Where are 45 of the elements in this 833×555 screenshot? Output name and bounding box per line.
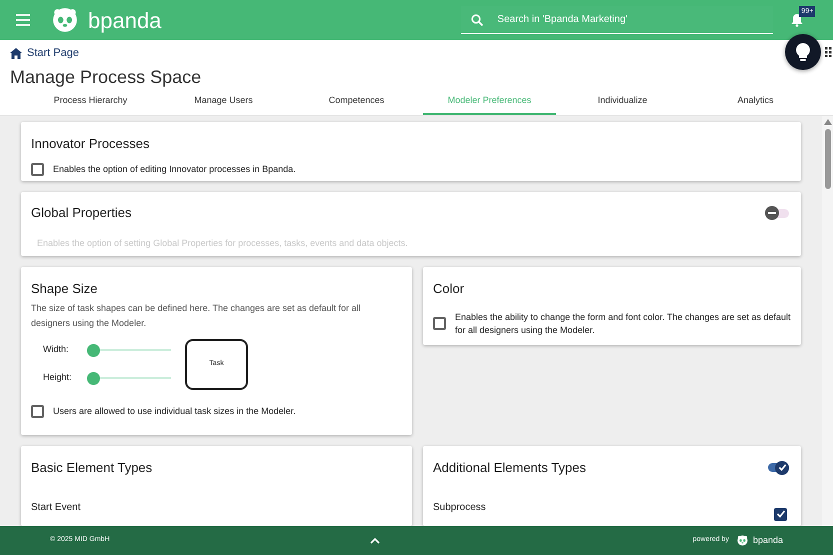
card-title: Shape Size (31, 280, 98, 298)
tab[interactable]: Individualize (556, 88, 689, 114)
breadcrumb-link[interactable]: Start Page (10, 45, 823, 62)
element-type-label: Start Event (31, 500, 82, 514)
card-title: Global Properties (31, 204, 132, 222)
checkbox[interactable] (774, 508, 787, 520)
brand-name: bpanda (88, 6, 162, 35)
card-title: Color (433, 280, 466, 298)
slider-thumb[interactable] (87, 372, 100, 384)
option-label: Enables the ability to change the form and font color. The changes are set as default for all designers using the Modeler. (455, 310, 791, 336)
checkbox[interactable] (31, 404, 44, 418)
card-title: Additional Elements Types (433, 459, 586, 477)
page-title: Manage Process Space (10, 66, 202, 88)
home-icon (10, 48, 22, 59)
checkbox[interactable] (433, 317, 446, 330)
element-type-label: Subprocess (433, 500, 486, 514)
slider-thumb[interactable] (87, 344, 100, 356)
option-label: Enables the option of editing Innovator processes in Bpanda. (53, 163, 296, 176)
toggle-switch[interactable] (765, 206, 789, 220)
scrollbar[interactable] (822, 116, 833, 526)
card-title: Innovator Processes (31, 134, 151, 152)
card-title: Basic Element Types (31, 459, 154, 477)
option-label: Users are allowed to use individual task sizes in the Modeler. (53, 404, 296, 418)
search-icon (471, 14, 484, 26)
lightbulb-icon (796, 43, 810, 61)
slider-label: Width: (43, 343, 70, 356)
slider-track[interactable] (87, 343, 171, 357)
bell-icon[interactable] (791, 13, 804, 27)
apps-grid-icon[interactable] (825, 47, 832, 57)
tab[interactable]: Process Hierarchy (24, 88, 157, 114)
slider-track[interactable] (87, 371, 171, 385)
search-input[interactable]: Search in 'Bpanda Marketing' (461, 6, 774, 33)
tab[interactable]: Analytics (689, 88, 822, 114)
panda-logo-icon (736, 535, 748, 546)
description: The size of task shapes can be defined here. The changes are set as default for all designers using the Modeler. (31, 302, 362, 330)
tab[interactable]: Competences (290, 88, 423, 114)
scroll-up-arrow-icon[interactable] (824, 118, 832, 124)
lightbulb-button[interactable] (785, 34, 821, 70)
tab[interactable]: Manage Users (157, 88, 290, 114)
slider-label: Height: (43, 371, 73, 384)
check-icon (778, 463, 786, 472)
footer-brand: bpanda (752, 534, 783, 547)
chevron-up-icon[interactable] (370, 537, 380, 544)
panda-logo-icon (52, 7, 78, 33)
checkbox[interactable] (31, 163, 44, 176)
